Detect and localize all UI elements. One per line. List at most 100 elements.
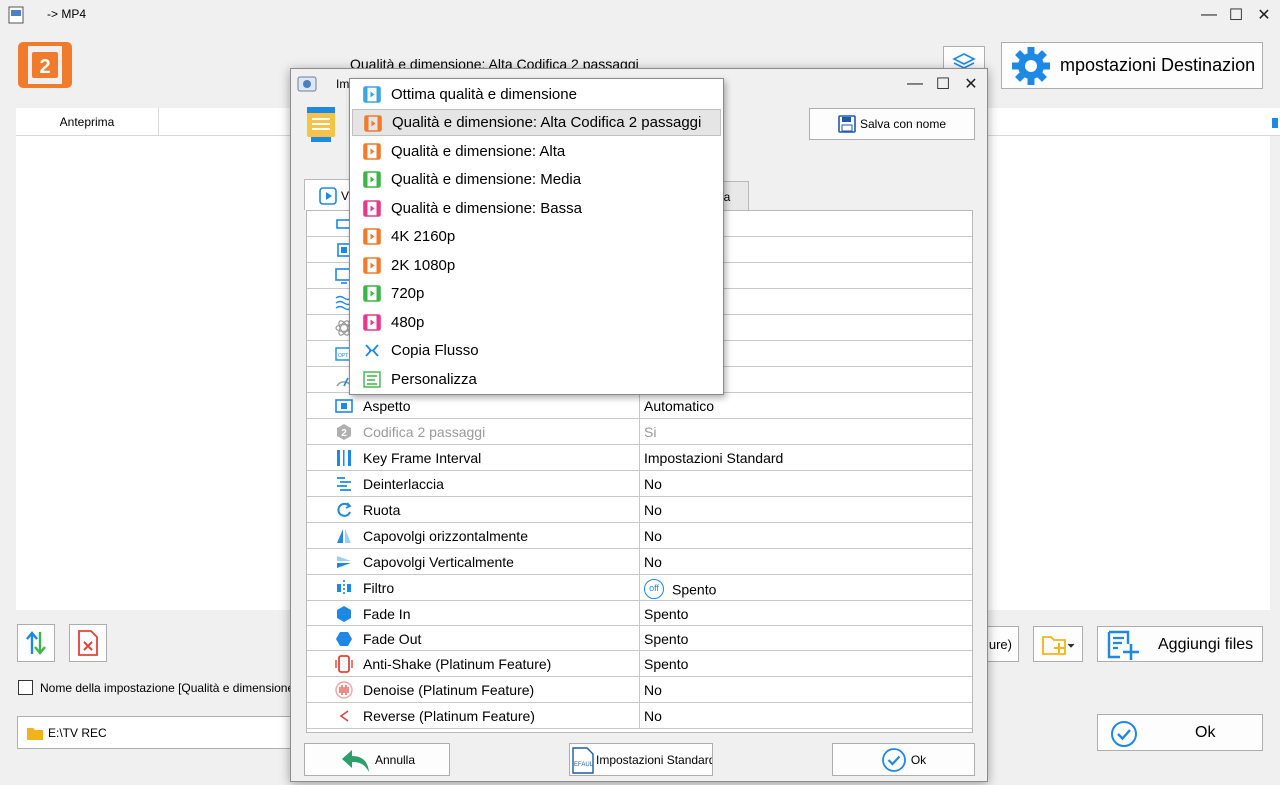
property-label: Key Frame Interval xyxy=(363,450,482,466)
property-label: Capovolgi orizzontalmente xyxy=(363,528,528,544)
delete-file-icon xyxy=(78,630,98,656)
property-value[interactable]: Si xyxy=(644,419,656,445)
column-divider xyxy=(639,393,640,419)
format-logo-icon: 2 xyxy=(18,42,72,88)
flip-vertical-icon xyxy=(337,556,351,568)
720p-icon xyxy=(363,285,381,302)
property-row[interactable]: Reverse (Platinum Feature) No xyxy=(307,703,972,729)
property-row[interactable]: Ruota No xyxy=(307,497,972,523)
dialog-profile-icon xyxy=(307,107,335,142)
dropdown-item[interactable]: 480p xyxy=(352,309,721,336)
setting-name-checkbox[interactable] xyxy=(18,680,33,695)
property-value[interactable]: Spento xyxy=(644,601,688,627)
dropdown-item[interactable]: 2K 1080p xyxy=(352,252,721,279)
dropdown-item[interactable]: Qualità e dimensione: Alta Codifica 2 pa… xyxy=(352,109,721,136)
property-row[interactable]: Fade In Spento xyxy=(307,601,972,627)
property-value-text: Spento xyxy=(672,581,717,598)
setting-name-label: Nome della impostazione [Qualità e dimen… xyxy=(40,681,295,695)
app-icon xyxy=(8,6,24,24)
property-label: Ruota xyxy=(363,502,401,518)
dropdown-item[interactable]: 720p xyxy=(352,280,721,307)
flip-horizontal-icon xyxy=(337,529,351,543)
undo-arrow-icon xyxy=(341,749,369,772)
property-row[interactable]: Anti-Shake (Platinum Feature) Spento xyxy=(307,651,972,677)
defaults-label: Impostazioni Standard xyxy=(596,753,713,767)
maximize-button[interactable]: ☐ xyxy=(1222,0,1250,30)
tab-video[interactable]: V xyxy=(304,179,352,210)
deinterlace-icon xyxy=(337,477,351,491)
property-row[interactable]: Filtro off Spento xyxy=(307,575,972,601)
remove-file-button[interactable] xyxy=(69,624,107,662)
svg-text:2: 2 xyxy=(39,56,50,78)
column-divider xyxy=(639,549,640,575)
property-value[interactable]: No xyxy=(644,677,662,703)
column-preview[interactable]: Anteprima xyxy=(16,108,159,136)
dropdown-item-label: 4K 2160p xyxy=(391,228,456,245)
property-value[interactable]: Impostazioni Standard xyxy=(644,445,783,471)
defaults-button[interactable]: EFAUL Impostazioni Standard xyxy=(569,743,713,776)
reverse-icon xyxy=(339,710,349,722)
dropdown-item-label: Personalizza xyxy=(391,371,477,388)
scroll-marker xyxy=(1272,118,1278,128)
property-row[interactable]: Aspetto Automatico xyxy=(307,393,972,419)
property-value[interactable]: No xyxy=(644,703,662,729)
title-bar: -> MP4 — ☐ ✕ xyxy=(0,0,1280,30)
cancel-label: Annulla xyxy=(374,752,416,767)
aspect-icon xyxy=(335,399,353,413)
save-as-button[interactable]: Salva con nome xyxy=(809,108,975,140)
output-settings-label: mpostazioni Destinazion xyxy=(1060,55,1256,75)
add-folder-button[interactable] xyxy=(1033,626,1083,662)
filter-off-badge: off xyxy=(644,579,664,600)
window-title: -> MP4 xyxy=(47,7,87,21)
profile-dropdown: Ottima qualità e dimensione Qualità e dim… xyxy=(349,78,724,395)
dialog-maximize-button[interactable]: ☐ xyxy=(929,69,957,99)
property-row[interactable]: Key Frame Interval Impostazioni Standard xyxy=(307,445,972,471)
property-value[interactable]: No xyxy=(644,497,662,523)
dropdown-item[interactable]: Copia Flusso xyxy=(352,337,721,364)
output-settings-button[interactable]: mpostazioni Destinazion xyxy=(1001,42,1263,89)
property-value[interactable]: off Spento xyxy=(644,575,716,601)
dropdown-item[interactable]: Ottima qualità e dimensione xyxy=(352,81,721,108)
dropdown-item-label: Copia Flusso xyxy=(391,342,479,359)
output-folder-path: E:\TV REC xyxy=(48,726,107,740)
property-row[interactable]: Capovolgi orizzontalmente No xyxy=(307,523,972,549)
property-row[interactable]: Fade Out Spento xyxy=(307,626,972,652)
cancel-button[interactable]: Annulla xyxy=(304,743,450,776)
hq-two-pass-icon xyxy=(364,115,382,132)
dropdown-item[interactable]: Qualità e dimensione: Bassa xyxy=(352,195,721,222)
keyframe-icon xyxy=(337,450,351,466)
folder-icon xyxy=(27,728,43,740)
dialog-ok-button[interactable]: Ok xyxy=(832,743,975,776)
dropdown-item-label: Qualità e dimensione: Alta Codifica 2 pa… xyxy=(392,114,702,131)
floppy-icon xyxy=(838,115,856,133)
property-value[interactable]: Spento xyxy=(644,626,688,652)
column-divider xyxy=(639,445,640,471)
sort-button[interactable] xyxy=(17,624,55,662)
property-row[interactable]: Deinterlaccia No xyxy=(307,471,972,497)
add-files-button[interactable]: Aggiungi files xyxy=(1097,626,1263,662)
dropdown-item[interactable]: Personalizza xyxy=(352,366,721,393)
2k-icon xyxy=(363,257,381,274)
main-ok-button[interactable]: Ok xyxy=(1097,714,1263,751)
output-folder-field[interactable]: E:\TV REC xyxy=(17,716,297,749)
property-row[interactable]: 2 Codifica 2 passaggi Si xyxy=(307,419,972,445)
dialog-minimize-button[interactable]: — xyxy=(901,69,929,99)
close-button[interactable]: ✕ xyxy=(1250,0,1278,30)
property-value[interactable]: Spento xyxy=(644,651,688,677)
dialog-close-button[interactable]: ✕ xyxy=(957,69,985,99)
property-row[interactable]: Denoise (Platinum Feature) No xyxy=(307,677,972,703)
dropdown-item[interactable]: Qualità e dimensione: Alta xyxy=(352,138,721,165)
dropdown-item-label: Ottima qualità e dimensione xyxy=(391,86,577,103)
property-row[interactable]: Capovolgi Verticalmente No xyxy=(307,549,972,575)
sort-arrows-icon xyxy=(26,631,46,655)
property-value[interactable]: No xyxy=(644,471,662,497)
column-divider xyxy=(639,651,640,677)
property-value[interactable]: No xyxy=(644,549,662,575)
dropdown-item[interactable]: Qualità e dimensione: Media xyxy=(352,166,721,193)
property-value[interactable]: No xyxy=(644,523,662,549)
dropdown-item[interactable]: 4K 2160p xyxy=(352,223,721,250)
property-value[interactable]: Automatico xyxy=(644,393,714,419)
property-label: Fade In xyxy=(363,606,411,622)
minimize-button[interactable]: — xyxy=(1195,0,1223,30)
dropdown-item-label: Qualità e dimensione: Alta xyxy=(391,143,566,160)
